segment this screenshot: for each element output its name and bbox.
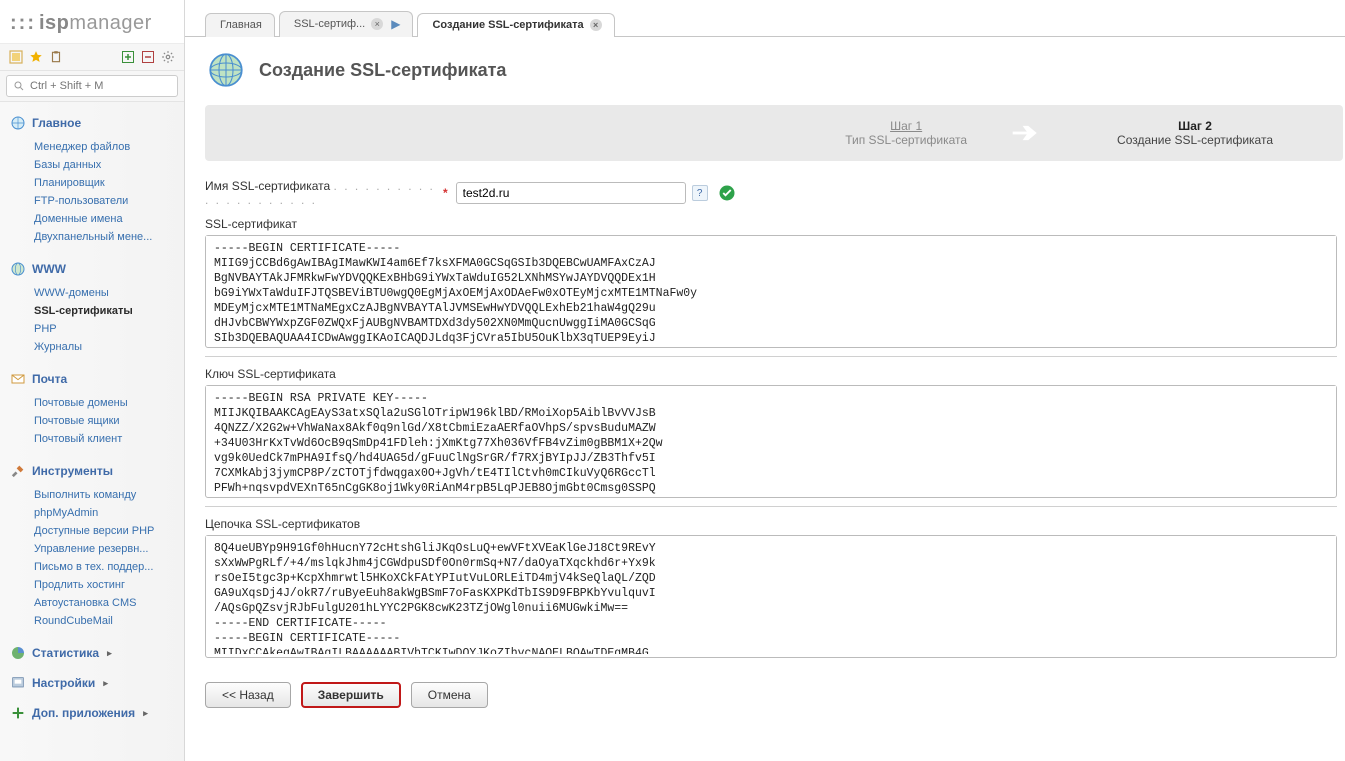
nav-item[interactable]: Автоустановка CMS <box>30 594 178 612</box>
nav-item[interactable]: phpMyAdmin <box>30 504 178 522</box>
nav-item[interactable]: Менеджер файлов <box>30 138 178 156</box>
back-button[interactable]: << Назад <box>205 682 291 708</box>
step-2-active: Шаг 2 Создание SSL-сертификата <box>1047 105 1343 161</box>
nav-item[interactable]: SSL-сертификаты <box>30 302 178 320</box>
textarea-key[interactable] <box>206 386 1336 494</box>
tab-1[interactable]: SSL-сертиф...×▶ <box>279 11 414 37</box>
nav-item[interactable]: Доступные версии PHP <box>30 522 178 540</box>
fav-toggle-icon[interactable] <box>8 49 24 65</box>
settings-icon <box>10 675 26 691</box>
nav-item[interactable]: Выполнить команду <box>30 486 178 504</box>
nav-item[interactable]: RoundCubeMail <box>30 612 178 630</box>
nav-item[interactable]: Доменные имена <box>30 210 178 228</box>
nav-item[interactable]: Почтовый клиент <box>30 430 178 448</box>
label-key: Ключ SSL-сертификата <box>205 367 1337 381</box>
sidebar-toolbar <box>0 44 184 71</box>
nav-group-3[interactable]: Инструменты <box>0 458 184 484</box>
tab-0[interactable]: Главная <box>205 13 275 37</box>
nav: Главное Менеджер файловБазы данныхПланиро… <box>0 102 184 761</box>
nav-group-6[interactable]: Доп. приложения▸ <box>0 700 184 726</box>
globe-ssl-icon <box>205 49 247 91</box>
nav-item[interactable]: Почтовые домены <box>30 394 178 412</box>
chevron-right-icon: ▸ <box>107 648 112 659</box>
label-cert-name: Имя SSL-сертификата . . . . . . . . . . … <box>205 179 435 207</box>
chevron-right-icon: ▸ <box>103 678 108 689</box>
help-icon[interactable]: ? <box>692 185 708 201</box>
step-spacer <box>205 105 811 161</box>
plus-icon <box>10 705 26 721</box>
textarea-cert[interactable] <box>206 236 1336 344</box>
valid-check-icon <box>718 184 736 202</box>
tab-2[interactable]: Создание SSL-сертификата× <box>417 13 614 37</box>
gear-icon[interactable] <box>160 49 176 65</box>
logo-prefix: isp <box>39 12 69 34</box>
globe-alt-icon <box>10 261 26 277</box>
clipboard-icon[interactable] <box>48 49 64 65</box>
content: Создание SSL-сертификата Шаг 1 Тип SSL-с… <box>185 37 1345 761</box>
nav-item[interactable]: Почтовые ящики <box>30 412 178 430</box>
chevron-right-icon: ▶ <box>391 17 400 31</box>
search-icon <box>12 78 26 94</box>
label-cert: SSL-сертификат <box>205 217 1337 231</box>
nav-group-0[interactable]: Главное <box>0 110 184 136</box>
sidebar-search <box>0 71 184 102</box>
logo-suffix: manager <box>69 12 151 34</box>
nav-item[interactable]: PHP <box>30 320 178 338</box>
wizard-steps: Шаг 1 Тип SSL-сертификата Шаг 2 Создание… <box>205 105 1343 161</box>
nav-group-1[interactable]: WWW <box>0 256 184 282</box>
finish-button[interactable]: Завершить <box>301 682 401 708</box>
logo: :::ispmanager <box>0 0 184 44</box>
expand-plus-icon[interactable] <box>120 49 136 65</box>
collapse-minus-icon[interactable] <box>140 49 156 65</box>
close-icon[interactable]: × <box>371 18 383 30</box>
main: ГлавнаяSSL-сертиф...×▶Создание SSL-серти… <box>185 0 1345 761</box>
input-cert-name[interactable] <box>456 182 686 204</box>
nav-item[interactable]: Журналы <box>30 338 178 356</box>
nav-item[interactable]: Двухпанельный мене... <box>30 228 178 246</box>
tab-bar: ГлавнаяSSL-сертиф...×▶Создание SSL-серти… <box>185 0 1345 37</box>
search-input[interactable] <box>30 80 172 92</box>
mail-icon <box>10 371 26 387</box>
nav-item[interactable]: Базы данных <box>30 156 178 174</box>
close-icon[interactable]: × <box>590 19 602 31</box>
divider <box>205 356 1337 357</box>
cancel-button[interactable]: Отмена <box>411 682 488 708</box>
nav-item[interactable]: WWW-домены <box>30 284 178 302</box>
nav-group-2[interactable]: Почта <box>0 366 184 392</box>
nav-group-5[interactable]: Настройки▸ <box>0 670 184 696</box>
sidebar: :::ispmanager ГлавноеМенеджер файловБазы… <box>0 0 185 761</box>
form: Имя SSL-сертификата . . . . . . . . . . … <box>205 179 1345 708</box>
step-arrow-icon <box>1001 105 1047 161</box>
step-1[interactable]: Шаг 1 Тип SSL-сертификата <box>811 105 1001 161</box>
required-indicator: * <box>443 186 448 200</box>
chevron-right-icon: ▸ <box>143 708 148 719</box>
textarea-chain[interactable] <box>206 536 1336 654</box>
nav-item[interactable]: Управление резервн... <box>30 540 178 558</box>
nav-item[interactable]: FTP-пользователи <box>30 192 178 210</box>
nav-item[interactable]: Планировщик <box>30 174 178 192</box>
nav-group-4[interactable]: Статистика▸ <box>0 640 184 666</box>
tools-icon <box>10 463 26 479</box>
nav-item[interactable]: Письмо в тех. поддер... <box>30 558 178 576</box>
globe-icon <box>10 115 26 131</box>
nav-item[interactable]: Продлить хостинг <box>30 576 178 594</box>
stats-icon <box>10 645 26 661</box>
label-chain: Цепочка SSL-сертификатов <box>205 517 1337 531</box>
star-icon[interactable] <box>28 49 44 65</box>
page-title: Создание SSL-сертификата <box>259 60 506 81</box>
divider <box>205 506 1337 507</box>
